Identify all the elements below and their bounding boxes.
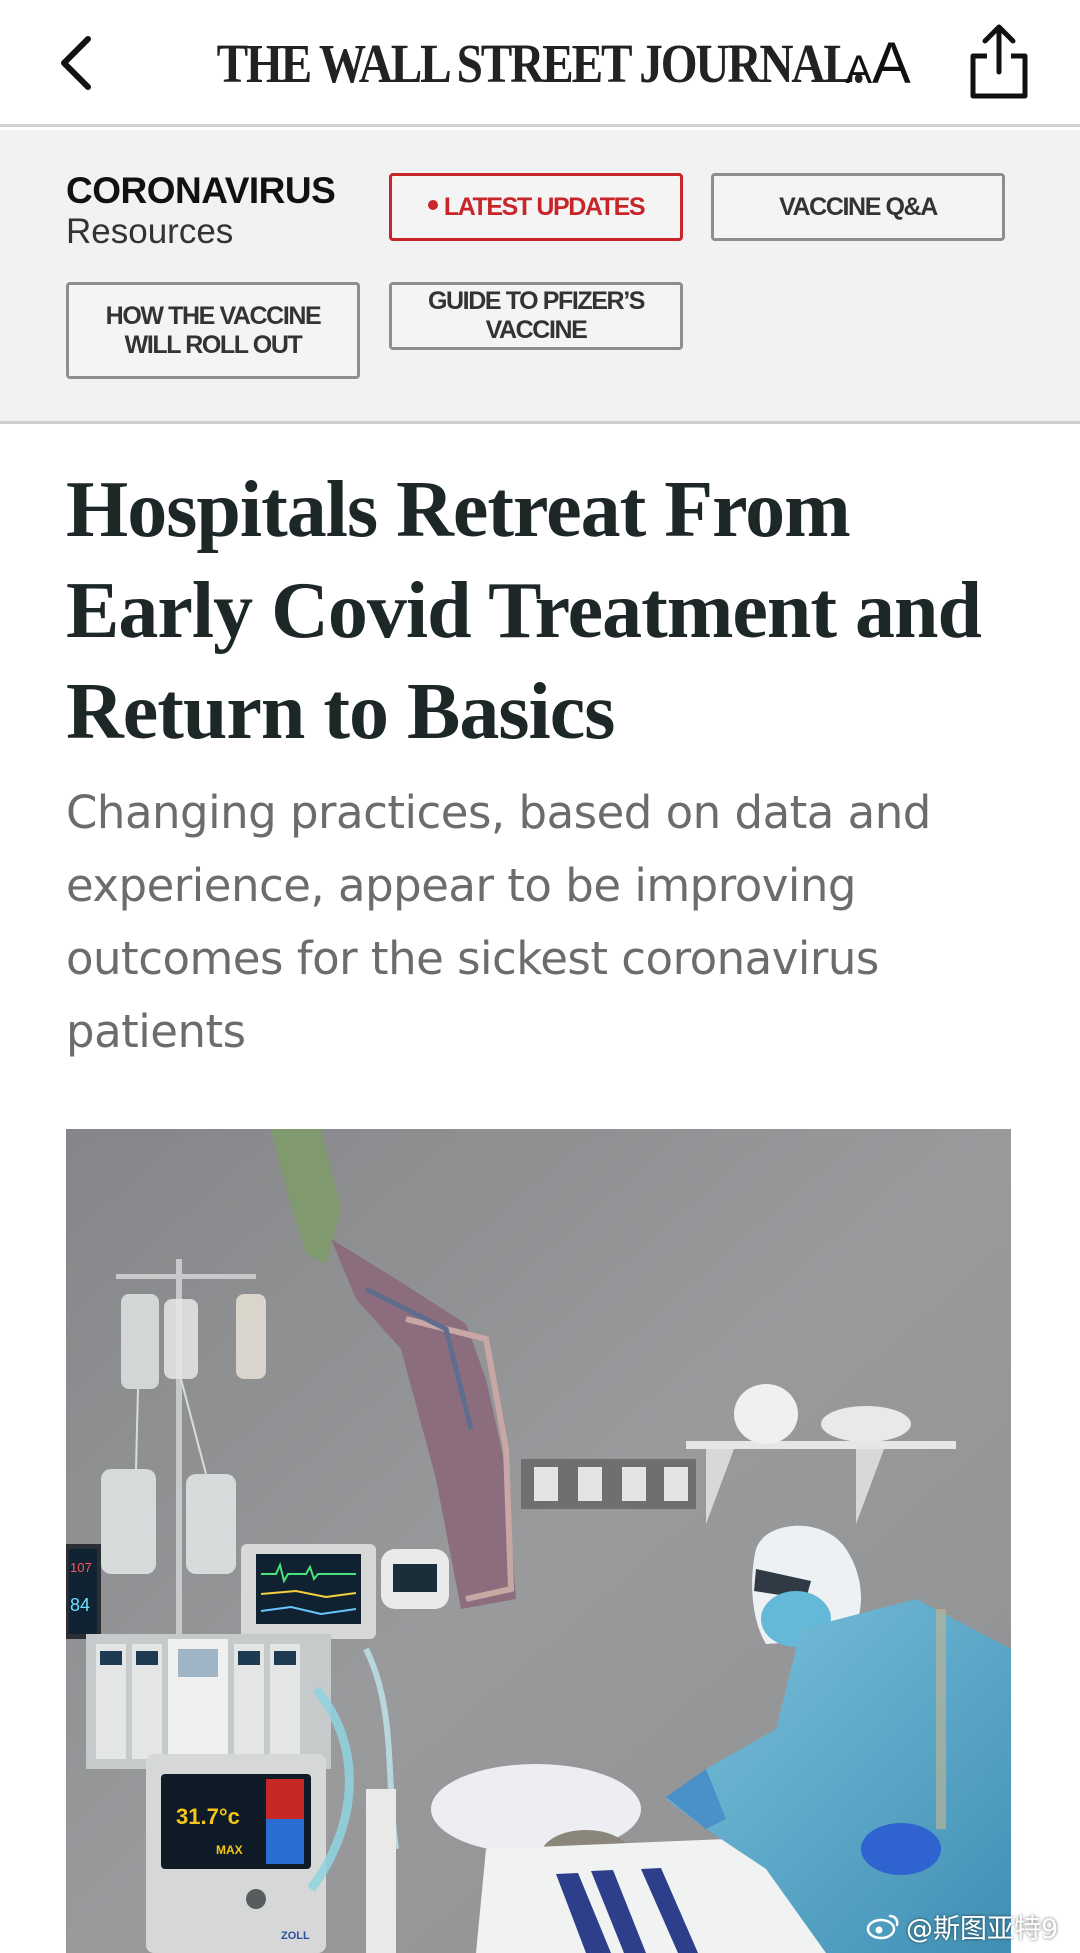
resources-subtitle: Resources xyxy=(66,212,234,251)
latest-updates-button[interactable]: LATEST UPDATES xyxy=(389,173,683,241)
back-button[interactable] xyxy=(50,28,102,98)
side-monitor-bottom-value: 84 xyxy=(70,1595,90,1615)
watermark-text: @斯图亚特9 xyxy=(906,1913,1059,1945)
article-lead-photo[interactable]: 107 84 31.7°c MAX ZOLL xyxy=(66,1129,1011,1953)
resources-title: CORONAVIRUS xyxy=(66,170,336,211)
vaccine-rollout-button[interactable]: HOW THE VACCINE WILL ROLL OUT xyxy=(66,282,360,379)
article-dek: Changing practices, based on data and ex… xyxy=(66,786,931,1058)
chevron-left-icon xyxy=(61,36,91,90)
vaccine-qa-label: VACCINE Q&A xyxy=(779,192,938,221)
latest-updates-label: LATEST UPDATES xyxy=(443,192,646,221)
pfizer-guide-button[interactable]: GUIDE TO PFIZER’S VACCINE xyxy=(389,282,683,350)
vaccine-qa-button[interactable]: VACCINE Q&A xyxy=(711,173,1005,241)
text-size-icon-large: A xyxy=(872,31,911,96)
pump-readout-label: MAX xyxy=(216,1843,243,1857)
pump-brand-label: ZOLL xyxy=(281,1930,310,1942)
live-dot-icon xyxy=(427,200,438,210)
weibo-icon xyxy=(866,1914,899,1940)
coronavirus-resources-panel: CORONAVIRUS Resources LATEST UPDATES VAC… xyxy=(0,130,1080,424)
text-size-icon-small: A xyxy=(845,48,872,92)
share-icon xyxy=(970,24,1028,99)
side-monitor-top-value: 107 xyxy=(70,1560,92,1575)
social-watermark: @斯图亚特9 xyxy=(866,1906,1058,1946)
wsj-masthead: THE WALL STREET JOURNAL. xyxy=(216,32,865,94)
vaccine-rollout-label: HOW THE VACCINE WILL ROLL OUT xyxy=(105,301,322,359)
article-headline: Hospitals Retreat From Early Covid Treat… xyxy=(66,466,982,756)
text-size-button[interactable]: A A xyxy=(838,30,918,96)
pump-readout-value: 31.7°c xyxy=(176,1804,240,1829)
pfizer-guide-label: GUIDE TO PFIZER’S VACCINE xyxy=(427,287,645,344)
top-nav-bar: THE WALL STREET JOURNAL. A A xyxy=(0,0,1080,127)
share-button[interactable] xyxy=(966,22,1032,102)
